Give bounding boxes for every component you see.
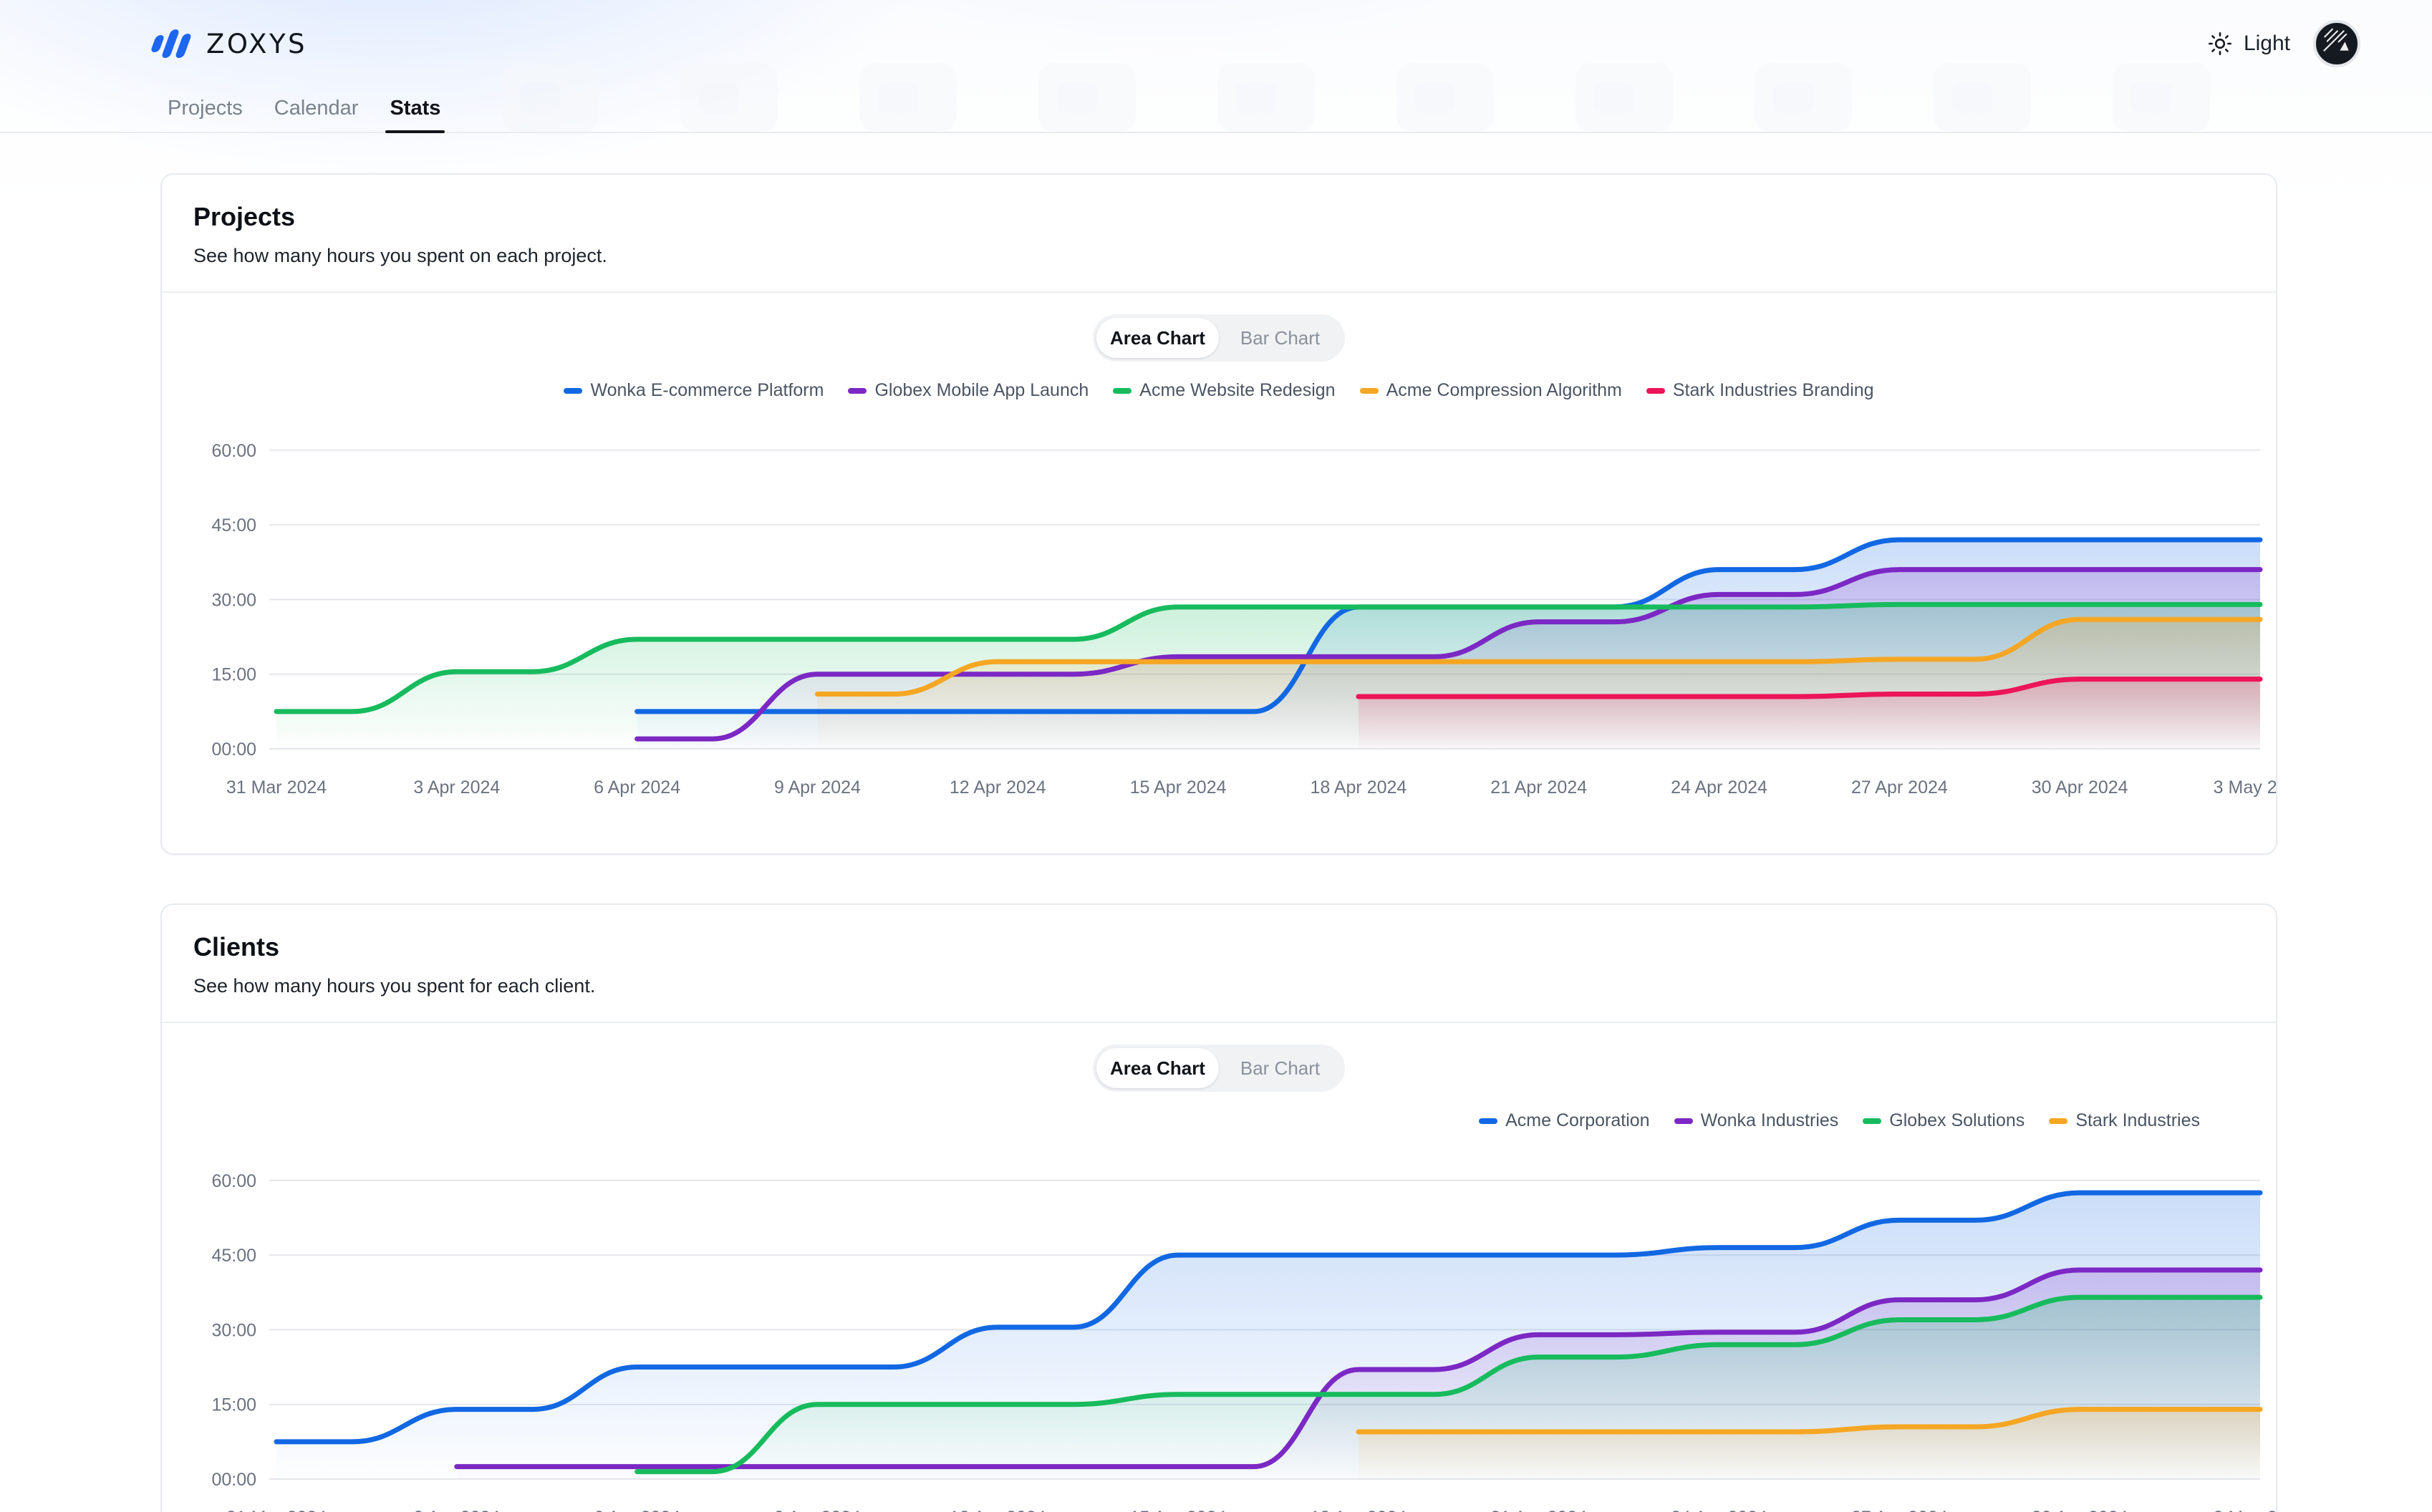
legend-label: Acme Compression Algorithm [1386,380,1622,400]
sun-icon [2208,32,2231,56]
y-axis-tick-label: 00:00 [211,740,256,760]
x-axis-tick-label: 30 Apr 2024 [2032,777,2128,798]
x-axis-tick-label: 18 Apr 2024 [1310,777,1406,798]
theme-toggle-button[interactable]: Light [2208,32,2290,56]
main-tabs: Projects Calendar Stats [0,87,2432,133]
clients-title: Clients [193,932,280,961]
x-axis-tick-label: 31 Mar 2024 [226,1508,327,1512]
y-axis-tick-label: 15:00 [211,1395,256,1415]
legend-label: Globex Solutions [1889,1110,2025,1130]
clients-chart-type-toggle: Area Chart Bar Chart [1093,1045,1345,1092]
y-axis-tick-label: 60:00 [211,1171,256,1191]
x-axis-tick-label: 21 Apr 2024 [1490,777,1587,798]
x-axis-tick-label: 21 Apr 2024 [1490,1508,1587,1512]
legend-swatch-icon [848,387,867,394]
x-axis-tick-label: 3 May 2024 [2214,1508,2276,1512]
tab-calendar[interactable]: Calendar [259,97,375,132]
projects-bar-chart-button[interactable]: Bar Chart [1219,318,1341,358]
legend-label: Globex Mobile App Launch [874,380,1089,400]
y-axis-tick-label: 30:00 [211,1320,256,1340]
theme-label: Light [2243,32,2290,55]
legend-label: Stark Industries Branding [1672,380,1874,400]
page-title: Projects [193,202,296,231]
x-axis-tick-label: 9 Apr 2024 [774,1508,861,1512]
clients-card-subtitle: See how many hours you spent for each cl… [193,975,596,997]
legend-label: Wonka E-commerce Platform [590,380,824,400]
y-axis-tick-label: 45:00 [211,515,256,536]
legend-item[interactable]: Globex Solutions [1863,1110,2025,1131]
legend-label: Acme Website Redesign [1139,380,1336,400]
x-axis-tick-label: 27 Apr 2024 [1851,1508,1948,1512]
projects-card-subtitle: See how many hours you spent on each pro… [193,245,607,266]
legend-item[interactable]: Stark Industries [2049,1110,2200,1131]
projects-chart-type-toggle: Area Chart Bar Chart [1093,314,1345,362]
x-axis-tick-label: 6 Apr 2024 [594,1508,680,1512]
x-axis-tick-label: 3 Apr 2024 [413,777,500,798]
legend-swatch-icon [2049,1118,2068,1124]
user-avatar[interactable] [2313,20,2360,67]
clients-card: Clients See how many hours you spent for… [160,903,2277,1512]
clients-chart[interactable]: 00:00 15:00 30:00 45:00 60:00 31 Mar 2024 3 Ap… [162,1143,2276,1512]
x-axis-tick-label: 24 Apr 2024 [1671,777,1767,798]
legend-label: Wonka Industries [1700,1110,1839,1130]
y-axis-tick-label: 30:00 [211,590,256,610]
legend-item[interactable]: Acme Corporation [1479,1110,1650,1131]
legend-item[interactable]: Wonka Industries [1674,1110,1839,1131]
clients-chart-legend: Acme Corporation Wonka Industries Globex S… [162,1110,2276,1131]
x-axis-tick-label: 30 Apr 2024 [2032,1508,2128,1512]
x-axis-tick-label: 15 Apr 2024 [1130,1508,1227,1512]
legend-swatch-icon [1113,387,1132,394]
x-axis-tick-label: 9 Apr 2024 [774,777,861,798]
legend-swatch-icon [1646,387,1665,394]
x-axis-tick-label: 6 Apr 2024 [594,777,680,798]
clients-area-chart-button[interactable]: Area Chart [1096,1048,1219,1088]
legend-swatch-icon [1863,1118,1882,1124]
legend-label: Stark Industries [2075,1110,2200,1130]
clients-card-header: Clients See how many hours you spent for… [162,905,2276,1023]
legend-swatch-icon [1479,1118,1498,1124]
tab-projects[interactable]: Projects [152,97,259,132]
y-axis-tick-label: 15:00 [211,665,256,685]
legend-item[interactable]: Wonka E-commerce Platform [564,380,824,401]
x-axis-tick-label: 3 May 2024 [2214,777,2276,798]
top-bar: ZOXYS Light [0,0,2432,87]
projects-chart[interactable]: 00:00 15:00 30:00 45:00 60:00 31 Mar 2024 3 Ap… [162,412,2276,813]
legend-swatch-icon [1359,387,1379,394]
x-axis-tick-label: 3 Apr 2024 [413,1508,500,1512]
x-axis-tick-label: 18 Apr 2024 [1310,1508,1406,1512]
legend-item[interactable]: Stark Industries Branding [1646,380,1874,401]
legend-swatch-icon [564,387,583,394]
projects-chart-legend: Wonka E-commerce Platform Globex Mobile A… [162,380,2276,401]
legend-item[interactable]: Globex Mobile App Launch [848,380,1089,401]
legend-swatch-icon [1674,1118,1693,1124]
tab-stats[interactable]: Stats [374,97,456,133]
projects-card: Projects See how many hours you spent on… [160,173,2277,855]
clients-bar-chart-button[interactable]: Bar Chart [1219,1048,1341,1088]
y-axis-tick-label: 60:00 [211,441,256,461]
y-axis-tick-label: 45:00 [211,1246,256,1266]
brand-name: ZOXYS [206,28,308,59]
legend-item[interactable]: Acme Website Redesign [1113,380,1336,401]
x-axis-tick-label: 31 Mar 2024 [226,777,327,798]
legend-label: Acme Corporation [1505,1110,1650,1130]
x-axis-tick-label: 24 Apr 2024 [1671,1508,1767,1512]
x-axis-tick-label: 27 Apr 2024 [1851,777,1948,798]
brand[interactable]: ZOXYS [150,26,308,61]
y-axis-tick-label: 00:00 [211,1470,256,1490]
zoxys-logo-icon [150,26,193,61]
x-axis-tick-label: 15 Apr 2024 [1130,777,1227,798]
x-axis-tick-label: 12 Apr 2024 [950,777,1046,798]
legend-item[interactable]: Acme Compression Algorithm [1359,380,1622,401]
x-axis-tick-label: 12 Apr 2024 [950,1508,1046,1512]
projects-area-chart-button[interactable]: Area Chart [1096,318,1219,358]
projects-card-header: Projects See how many hours you spent on… [162,175,2276,293]
